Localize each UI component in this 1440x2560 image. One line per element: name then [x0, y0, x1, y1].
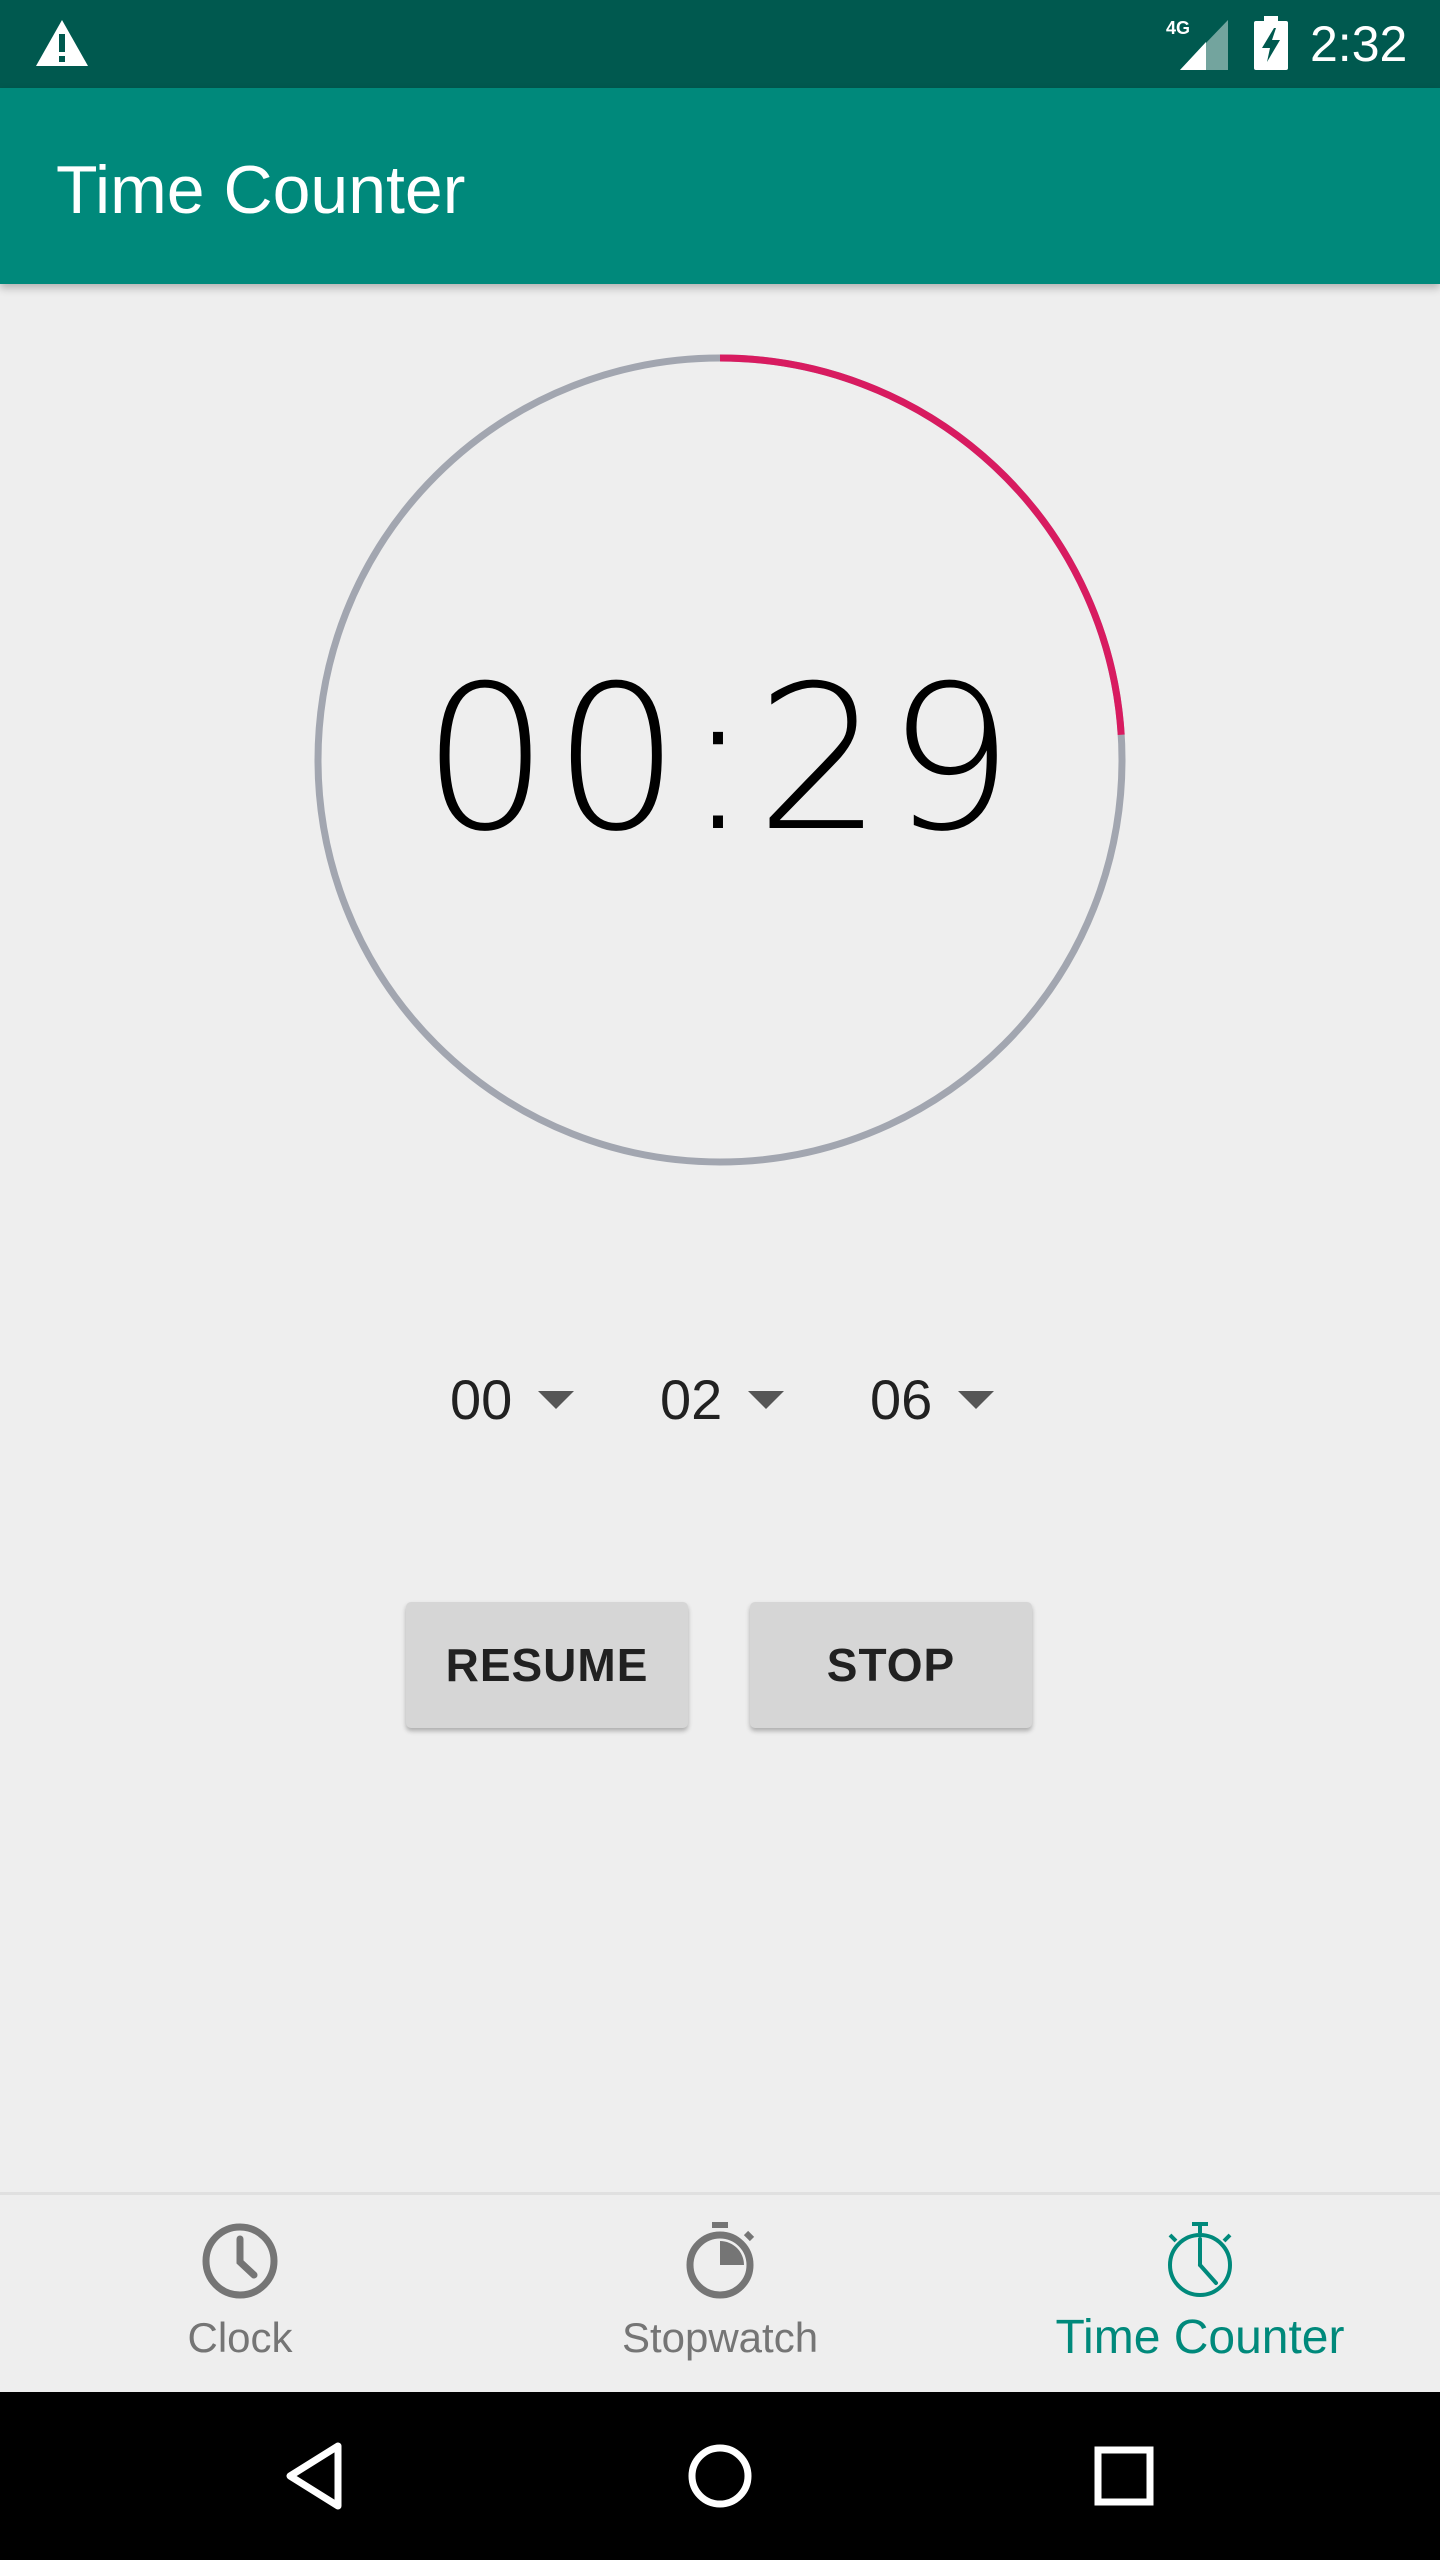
- nav-label-stopwatch: Stopwatch: [621, 2314, 819, 2361]
- minutes-spinner[interactable]: 02: [660, 1360, 785, 1440]
- clock-icon: [202, 2223, 278, 2299]
- dropdown-arrow-icon: [748, 1391, 785, 1409]
- timer-display: 00:29: [421, 643, 1019, 876]
- seconds-value: 06: [870, 1368, 933, 1431]
- app-bar: Time Counter: [0, 88, 1440, 284]
- system-navigation-bar: [0, 2392, 1440, 2560]
- nav-item-stopwatch[interactable]: Stopwatch: [480, 2195, 960, 2395]
- signal-icon: 4G: [1166, 18, 1228, 70]
- status-bar: 4G 2:32: [0, 0, 1440, 88]
- bottom-navigation: Clock Stopwatch Time Counter: [0, 2192, 1440, 2395]
- nav-label-clock: Clock: [187, 2314, 293, 2361]
- dropdown-arrow-icon: [958, 1391, 995, 1409]
- hours-value: 00: [450, 1368, 513, 1431]
- minutes-value: 02: [660, 1368, 723, 1431]
- battery-charging-icon: [1254, 16, 1288, 70]
- nav-item-time-counter[interactable]: Time Counter: [960, 2195, 1440, 2395]
- recents-icon[interactable]: [1084, 2436, 1164, 2516]
- seconds-spinner[interactable]: 06: [870, 1360, 995, 1440]
- page-title: Time Counter: [56, 152, 466, 228]
- warning-icon: [36, 20, 88, 66]
- stop-button[interactable]: STOP: [750, 1602, 1032, 1728]
- hours-spinner[interactable]: 00: [450, 1360, 575, 1440]
- nav-item-clock[interactable]: Clock: [0, 2195, 480, 2395]
- svg-text:4G: 4G: [1166, 18, 1190, 38]
- resume-button[interactable]: RESUME: [406, 1602, 688, 1728]
- timer-icon: [1168, 2222, 1232, 2297]
- back-icon[interactable]: [276, 2436, 356, 2516]
- nav-label-time-counter: Time Counter: [1055, 2311, 1345, 2364]
- home-icon[interactable]: [680, 2436, 760, 2516]
- stopwatch-icon: [686, 2222, 755, 2299]
- status-time: 2:32: [1310, 16, 1408, 72]
- dropdown-arrow-icon: [538, 1391, 575, 1409]
